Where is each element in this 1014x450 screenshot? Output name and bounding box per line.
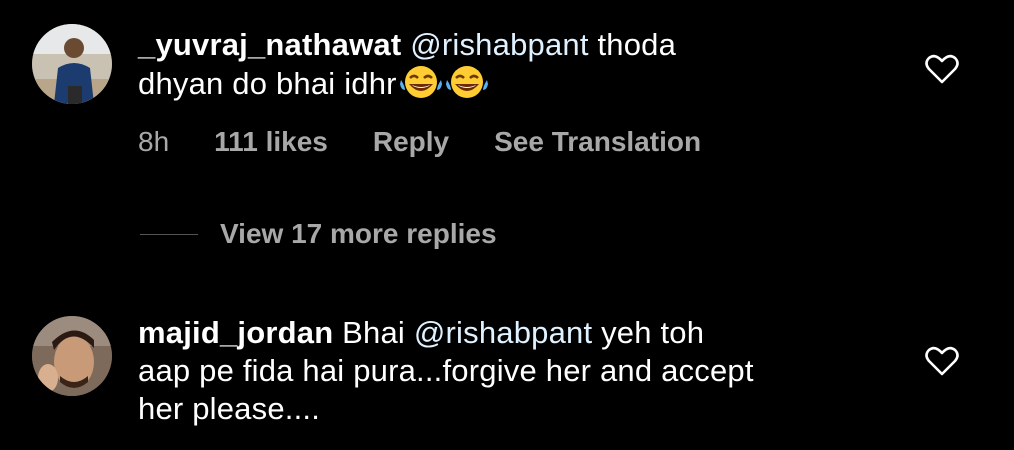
username[interactable]: _yuvraj_nathawat — [138, 27, 401, 62]
comment-text-line3: her please.... — [138, 391, 321, 426]
timestamp: 8h — [138, 126, 170, 157]
reply-button[interactable]: Reply — [373, 126, 449, 158]
comment-text-prefix: Bhai — [342, 315, 414, 350]
face-with-tears-of-joy-icon — [445, 64, 489, 109]
comment-text-line1: thoda — [588, 27, 677, 62]
avatar[interactable] — [32, 24, 112, 104]
comment-text-line1: yeh toh — [592, 315, 705, 350]
comment-meta: 8h 111 likes Reply See Translation — [138, 126, 746, 158]
see-translation-button[interactable]: See Translation — [494, 126, 701, 158]
likes-count[interactable]: 111 likes — [214, 126, 328, 158]
mention-link[interactable]: @rishabpant — [414, 315, 592, 350]
avatar-image — [32, 24, 112, 104]
avatar[interactable] — [32, 316, 112, 396]
heart-icon[interactable] — [925, 54, 959, 84]
view-more-replies-button[interactable]: View 17 more replies — [140, 218, 497, 250]
avatar-image — [32, 316, 112, 396]
comment-text: _yuvraj_nathawat @rishabpant thoda dhyan… — [138, 26, 898, 109]
mention-link[interactable]: @rishabpant — [410, 27, 588, 62]
comment-text: majid_jordan Bhai @rishabpant yeh toh aa… — [138, 314, 898, 428]
face-with-tears-of-joy-icon — [399, 64, 443, 109]
view-more-replies-label: View 17 more replies — [220, 218, 497, 249]
divider — [140, 233, 198, 235]
comment-text-line2: aap pe fida hai pura...forgive her and a… — [138, 353, 754, 388]
username[interactable]: majid_jordan — [138, 315, 333, 350]
heart-icon[interactable] — [925, 346, 959, 376]
comment-text-line2: dhyan do bhai idhr — [138, 66, 397, 101]
